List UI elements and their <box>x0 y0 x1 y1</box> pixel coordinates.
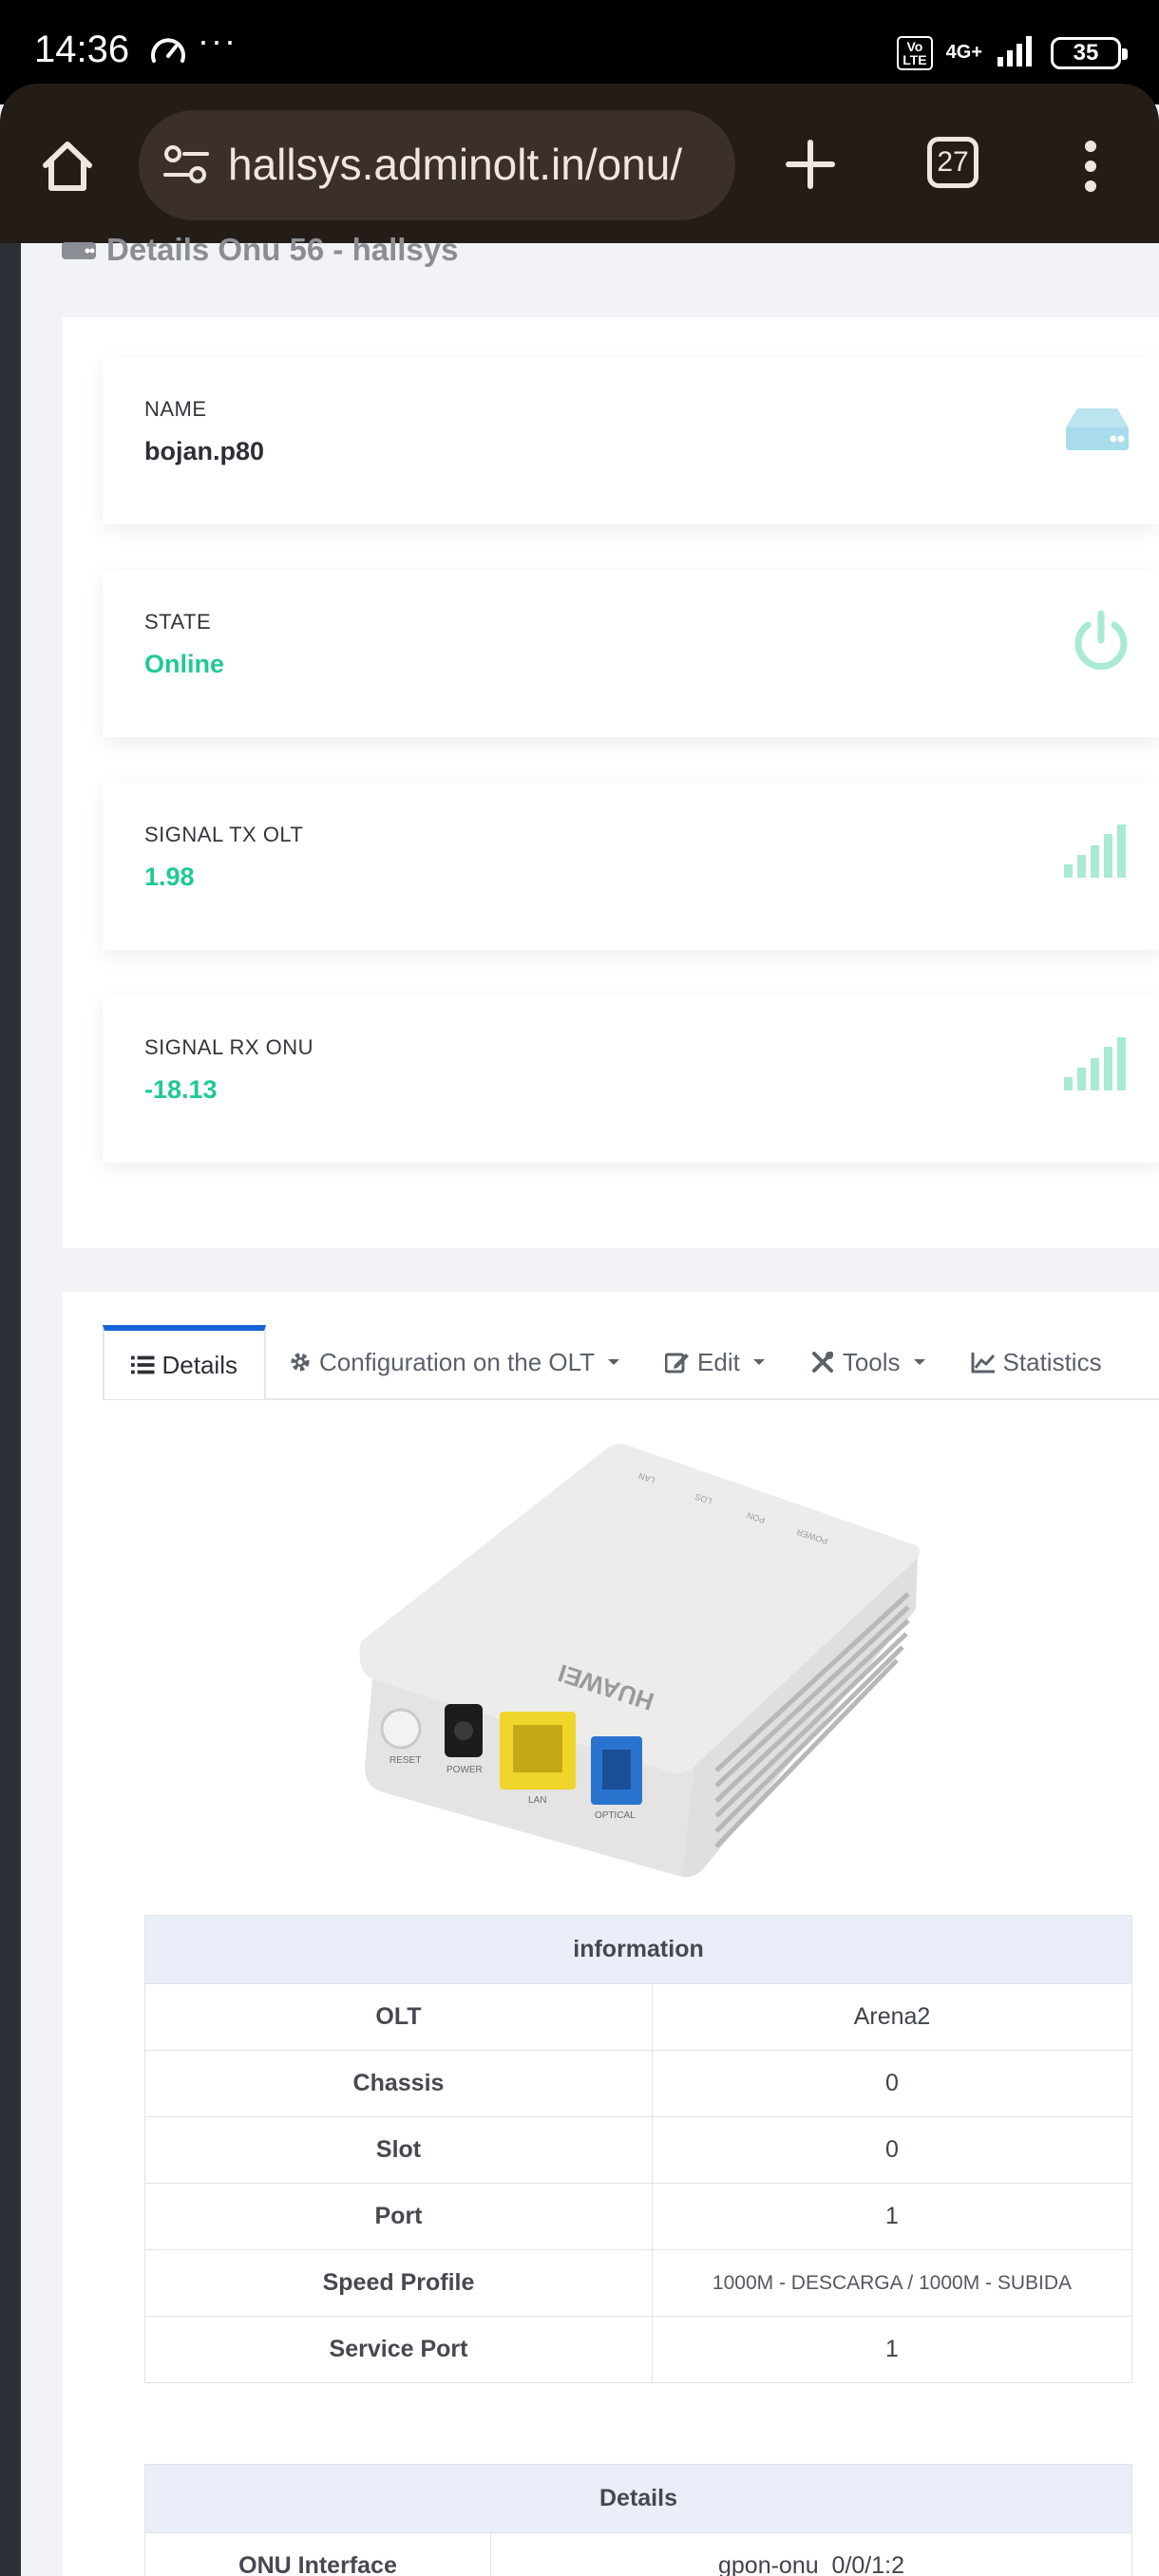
tab-configuration[interactable]: Configuration on the OLT <box>266 1325 642 1399</box>
url-text: hallsys.adminolt.in/onu/ <box>228 140 683 189</box>
table-value: 1000M - DESCARGA / 1000M - SUBIDA <box>652 2249 1132 2317</box>
port-label: RESET <box>390 1755 421 1766</box>
caret-down-icon <box>913 1359 925 1365</box>
site-settings-icon[interactable] <box>162 142 211 191</box>
stat-card-signal-tx: SIGNAL TX OLT 1.98 <box>103 783 1159 950</box>
tab-tools[interactable]: Tools <box>788 1325 948 1399</box>
signal-icon <box>1062 823 1130 884</box>
information-table: information OLT Arena2 Chassis 0 Slot 0 … <box>144 1915 1132 2383</box>
signal-strength-icon <box>996 34 1037 71</box>
table-value: gpon-onu_0/0/1:2 <box>490 2532 1132 2576</box>
stat-label: SIGNAL RX ONU <box>144 1035 314 1059</box>
power-icon <box>1072 610 1130 677</box>
list-icon <box>131 1355 155 1374</box>
table-key: Service Port <box>144 2316 653 2383</box>
details-table: Details ONU Interface gpon-onu_0/0/1:2 <box>144 2464 1132 2576</box>
table-row: Service Port 1 <box>144 2316 1132 2383</box>
tab-label: Tools <box>842 1347 901 1376</box>
tab-bar: Details Configuration on the OLT Edit To… <box>103 1325 1159 1400</box>
table-row: Speed Profile 1000M - DESCARGA / 1000M -… <box>144 2249 1132 2317</box>
stat-label: STATE <box>144 610 212 634</box>
speedometer-icon <box>148 32 188 77</box>
hdd-icon <box>62 242 96 259</box>
stat-value: bojan.p80 <box>144 437 265 465</box>
reset-button-illustration <box>380 1708 422 1750</box>
plus-icon <box>786 140 835 189</box>
table-value: 0 <box>652 2116 1132 2184</box>
status-time: 14:36 <box>34 28 130 70</box>
battery-level: 35 <box>1073 39 1099 66</box>
table-row: Slot 0 <box>144 2116 1132 2184</box>
table-row: OLT Arena2 <box>144 1983 1132 2051</box>
network-type: 4G+ <box>945 42 982 63</box>
tab-switcher-button[interactable]: 27 <box>927 137 978 188</box>
port-label: POWER <box>446 1765 483 1775</box>
stat-card-state: STATE Online <box>103 570 1159 737</box>
tab-statistics[interactable]: Statistics <box>948 1325 1125 1399</box>
tab-label: Edit <box>697 1347 740 1376</box>
tools-icon <box>811 1352 833 1373</box>
address-bar[interactable]: hallsys.adminolt.in/onu/ <box>139 110 735 220</box>
tab-edit[interactable]: Edit <box>642 1325 788 1399</box>
table-row: Port 1 <box>144 2183 1132 2250</box>
stat-value: 1.98 <box>144 862 195 891</box>
tab-details[interactable]: Details <box>103 1325 266 1399</box>
table-title: Details <box>144 2464 1132 2533</box>
home-button[interactable] <box>34 133 101 199</box>
line-chart-icon <box>971 1353 995 1373</box>
browser-toolbar: hallsys.adminolt.in/onu/ 27 <box>0 84 1159 243</box>
table-row: Chassis 0 <box>144 2050 1132 2117</box>
volte-badge: Vo LTE <box>897 35 933 70</box>
caret-down-icon <box>752 1359 765 1365</box>
table-value: 1 <box>652 2183 1132 2250</box>
tab-label: Configuration on the OLT <box>319 1347 596 1376</box>
server-icon <box>1064 405 1130 457</box>
table-value: Arena2 <box>652 1983 1132 2051</box>
table-row: ONU Interface gpon-onu_0/0/1:2 <box>144 2532 1132 2576</box>
notification-dots: ··· <box>198 21 238 60</box>
table-value: 0 <box>652 2050 1132 2117</box>
table-key: Speed Profile <box>144 2249 653 2317</box>
stat-card-signal-rx: SIGNAL RX ONU -18.13 <box>103 995 1159 1163</box>
stat-value: -18.13 <box>144 1075 218 1104</box>
stat-label: SIGNAL TX OLT <box>144 823 304 846</box>
gear-icon <box>291 1353 310 1372</box>
tab-label: Details <box>162 1350 238 1379</box>
status-indicators: Vo LTE 4G+ 35 <box>897 34 1128 71</box>
home-icon <box>43 142 92 191</box>
stat-card-name: NAME bojan.p80 <box>103 357 1159 524</box>
tab-label: Statistics <box>1002 1347 1102 1376</box>
battery-icon: 35 <box>1051 36 1128 69</box>
page-title: Details Onu 56 - hallsys <box>61 232 458 268</box>
table-value: 1 <box>652 2316 1132 2383</box>
table-key: OLT <box>144 1983 653 2051</box>
table-key: ONU Interface <box>144 2532 491 2576</box>
sidebar-rail <box>0 243 21 2576</box>
table-key: Port <box>144 2183 653 2250</box>
new-tab-button[interactable] <box>777 131 844 198</box>
more-menu-button[interactable] <box>1072 133 1110 199</box>
signal-icon <box>1062 1035 1130 1097</box>
table-key: Slot <box>144 2116 653 2184</box>
table-title: information <box>144 1915 1132 1984</box>
caret-down-icon <box>608 1359 620 1365</box>
status-badge: Online <box>144 650 225 678</box>
onu-device-image: RESET POWER LAN OPTICAL HUAWEI LAN LOS P… <box>352 1440 922 1891</box>
port-label: OPTICAL <box>595 1810 636 1821</box>
port-label: LAN <box>528 1795 546 1806</box>
more-vert-icon <box>1085 141 1096 192</box>
page-title-text: Details Onu 56 - hallsys <box>106 232 459 267</box>
stat-label: NAME <box>144 397 207 421</box>
edit-icon <box>665 1353 690 1373</box>
table-key: Chassis <box>144 2050 653 2117</box>
